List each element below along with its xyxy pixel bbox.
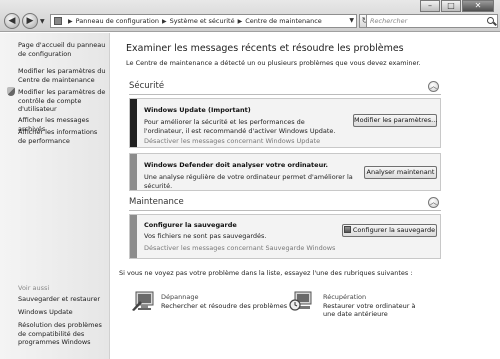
minimize-button[interactable]: – — [420, 0, 440, 12]
alert-windows-defender: Windows Defender doit analyser votre ord… — [129, 153, 441, 191]
maximize-button[interactable]: □ — [441, 0, 461, 12]
breadcrumb-control-panel[interactable]: Panneau de configuration — [76, 17, 159, 25]
collapse-security-chevron-icon[interactable]: ︿ — [428, 81, 439, 92]
control-panel-icon — [54, 17, 62, 25]
recovery-tool[interactable]: Récupération Restaurer votre ordinateur … — [323, 293, 428, 319]
severity-bar-medium — [130, 215, 137, 258]
link-uac-settings[interactable]: Modifier les paramètres de contrôle de c… — [18, 88, 106, 114]
troubleshooting-desc: Rechercher et résoudre des problèmes — [161, 301, 288, 310]
chevron-right-icon[interactable]: ▶ — [68, 18, 73, 25]
alert-title: Windows Defender doit analyser votre ord… — [144, 161, 328, 169]
back-button[interactable]: ◀ — [4, 13, 20, 29]
search-icon[interactable] — [487, 17, 494, 24]
alert-title: Windows Update (Important) — [144, 106, 251, 114]
chevron-right-icon[interactable]: ▶ — [238, 18, 243, 25]
close-button[interactable]: ✕ — [462, 0, 494, 12]
section-maintenance-heading[interactable]: Maintenance — [129, 197, 439, 207]
address-bar[interactable]: ▶ Panneau de configuration ▶ Système et … — [50, 14, 357, 28]
configure-backup-label: Configurer la sauvegarde — [352, 226, 436, 234]
configure-backup-button[interactable]: Configurer la sauvegarde — [342, 224, 437, 237]
link-backup-restore[interactable]: Sauvegarder et restaurer — [18, 295, 106, 304]
alert-text: Pour améliorer la sécurité et les perfor… — [144, 118, 336, 135]
section-security-heading[interactable]: Sécurité — [129, 81, 439, 91]
breadcrumb-action-center[interactable]: Centre de maintenance — [245, 17, 322, 25]
link-control-panel-home[interactable]: Page d'accueil du panneau de configurati… — [18, 41, 106, 58]
recovery-title[interactable]: Récupération — [323, 293, 428, 302]
troubleshooting-title[interactable]: Dépannage — [161, 293, 287, 302]
link-performance-info[interactable]: Afficher les informations de performance — [18, 128, 106, 145]
link-compat-troubleshooter[interactable]: Résolution des problèmes de compatibilit… — [18, 321, 106, 347]
chevron-right-icon[interactable]: ▶ — [162, 18, 167, 25]
disable-messages-link[interactable]: Désactiver les messages concernant Sauve… — [144, 244, 335, 252]
main-content: Examiner les messages récents et résoudr… — [111, 33, 500, 359]
uac-shield-icon — [7, 87, 15, 96]
change-settings-button[interactable]: Modifier les paramètres... — [353, 114, 437, 127]
help-question-text: Si vous ne voyez pas votre problème dans… — [119, 269, 413, 277]
scan-now-button[interactable]: Analyser maintenant — [364, 166, 437, 179]
alert-windows-update: Windows Update (Important) Pour améliore… — [129, 98, 441, 148]
troubleshooting-icon[interactable] — [131, 290, 155, 312]
alert-backup: Configurer la sauvegarde Vos fichiers ne… — [129, 214, 441, 259]
history-dropdown-icon[interactable]: ▼ — [40, 18, 47, 26]
title-address-bar: – □ ✕ ◀ ▶ ▼ ▶ Panneau de configuration ▶… — [0, 0, 500, 32]
search-placeholder: Rechercher — [370, 17, 408, 25]
search-input[interactable]: Rechercher — [366, 14, 498, 28]
alert-text: Une analyse régulière de votre ordinateu… — [144, 173, 353, 190]
severity-bar-high — [130, 99, 137, 147]
section-divider — [129, 94, 441, 95]
page-subtitle: Le Centre de maintenance a détecté un ou… — [126, 59, 421, 67]
left-task-pane: Page d'accueil du panneau de configurati… — [0, 33, 110, 359]
recovery-desc: Restaurer votre ordinateur à une date an… — [323, 301, 416, 319]
backup-icon — [343, 226, 351, 233]
alert-title: Configurer la sauvegarde — [144, 221, 237, 229]
see-also-heading: Voir aussi — [18, 284, 50, 292]
section-divider — [129, 210, 441, 211]
disable-messages-link[interactable]: Désactiver les messages concernant Windo… — [144, 137, 320, 145]
forward-button[interactable]: ▶ — [22, 13, 38, 29]
address-dropdown-icon[interactable]: ▼ — [349, 17, 354, 24]
alert-text: Vos fichiers ne sont pas sauvegardés. — [144, 232, 267, 240]
link-windows-update[interactable]: Windows Update — [18, 308, 106, 317]
breadcrumb-system-security[interactable]: Système et sécurité — [170, 17, 235, 25]
recovery-icon[interactable] — [289, 290, 313, 312]
severity-bar-medium — [130, 154, 137, 190]
collapse-maintenance-chevron-icon[interactable]: ︿ — [428, 197, 439, 208]
troubleshooting-tool[interactable]: Dépannage Rechercher et résoudre des pro… — [161, 293, 287, 310]
link-action-center-settings[interactable]: Modifier les paramètres du Centre de mai… — [18, 67, 106, 84]
page-title: Examiner les messages récents et résoudr… — [126, 43, 404, 54]
